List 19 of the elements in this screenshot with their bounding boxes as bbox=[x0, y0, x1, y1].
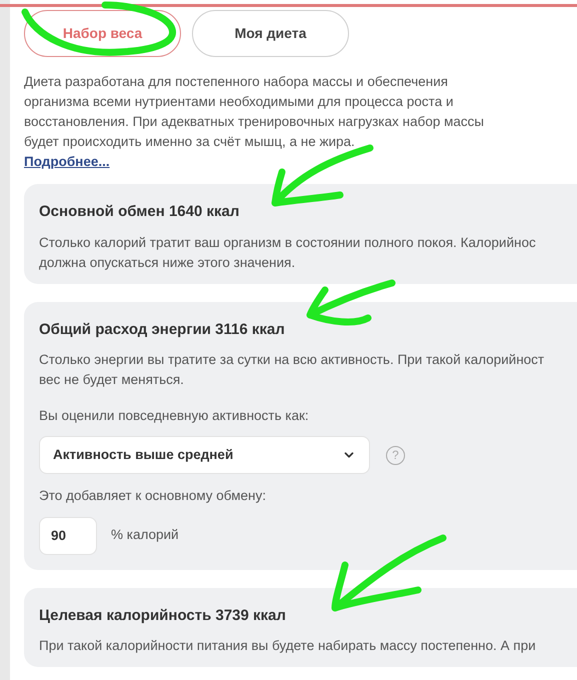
activity-label: Вы оценили повседневную активность как: bbox=[39, 407, 309, 425]
description-text: Диета разработана для постепенного набора массы и обеспечения bbox=[24, 73, 449, 91]
tab[interactable]: Моя диета bbox=[192, 10, 349, 57]
description-text: Столько калорий тратит ваш организм в состоянии полного покоя. Калорийнос bbox=[39, 234, 537, 252]
more-link[interactable]: Подробнее... bbox=[24, 152, 110, 172]
card-title: Основной обмен 1640 ккал bbox=[39, 202, 240, 222]
description-text: При такой калорийности питания вы будете набирать массу постепенно. А при bbox=[39, 637, 537, 655]
percent-unit: % калорий bbox=[111, 526, 179, 544]
description-text: должна опускаться ниже этого значения. bbox=[39, 254, 296, 272]
description-text: организма всеми нутриентами необходимыми для процесса роста и bbox=[24, 93, 454, 111]
added-label: Это добавляет к основному обмену: bbox=[39, 487, 266, 506]
card-title: Общий расход энергии 3116 ккал bbox=[39, 320, 285, 340]
description-text: Столько энергии вы тратите за сутки на всю активность. При такой калорийност bbox=[39, 351, 546, 369]
description-text: восстановления. При адекватных тренировочных нагрузках набор массы bbox=[24, 113, 485, 131]
description-text: будет происходить именно за счёт мышц, а не жира. bbox=[24, 133, 356, 151]
card-title: Целевая калорийность 3739 ккал bbox=[39, 606, 286, 626]
activity-select[interactable]: Активность выше средней bbox=[39, 436, 370, 474]
percent-field[interactable]: 90 bbox=[39, 516, 97, 554]
description-text: вес не будет меняться. bbox=[39, 371, 185, 389]
